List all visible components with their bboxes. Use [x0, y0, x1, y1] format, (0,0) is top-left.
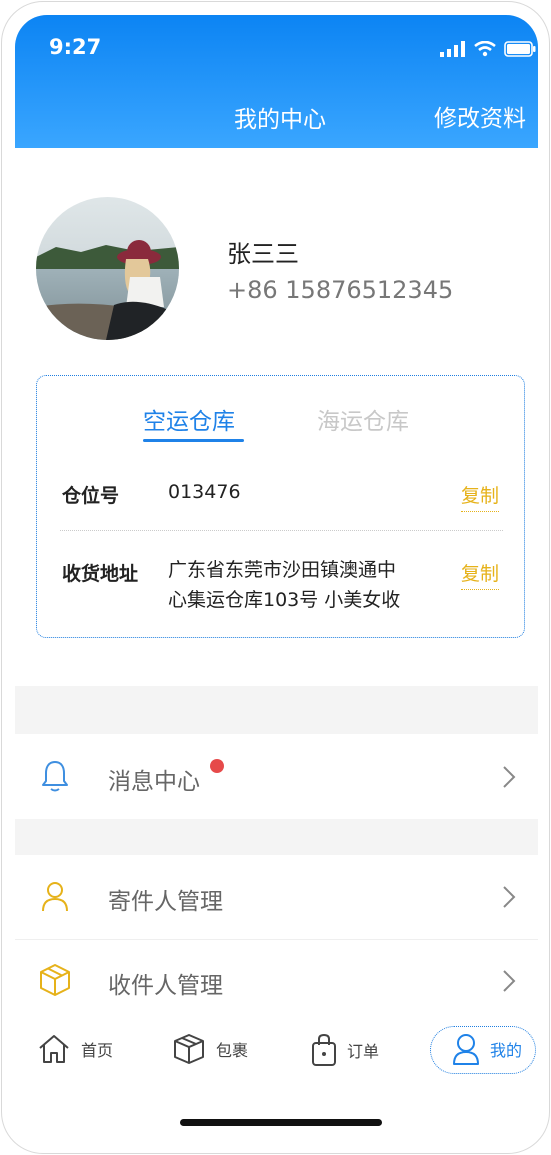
chevron-right-icon: [503, 766, 516, 788]
row-divider: [60, 530, 503, 531]
user-outline-icon: [42, 882, 68, 912]
messages-label: 消息中心: [108, 769, 200, 795]
copy-address-button[interactable]: 复制: [461, 559, 500, 590]
tab-mine-label: 我的: [490, 1041, 523, 1060]
tab-package-label: 包裹: [216, 1041, 249, 1060]
home-indicator: [180, 1119, 382, 1126]
address-line-2: 心集运仓库103号 小美女收: [168, 589, 401, 611]
slot-number-value: 013476: [168, 481, 241, 503]
chevron-right-icon: [503, 886, 516, 908]
chevron-right-icon: [503, 970, 516, 992]
menu-item-messages[interactable]: 消息中心: [15, 737, 538, 817]
status-icons: [440, 41, 536, 57]
address-line-1: 广东省东莞市沙田镇澳通中: [168, 559, 397, 581]
home-icon: [39, 1035, 69, 1063]
menu-divider: [15, 939, 538, 940]
tab-orders[interactable]: 订单: [311, 1033, 379, 1067]
edit-profile-button[interactable]: 修改资料: [434, 99, 526, 133]
tab-home-label: 首页: [81, 1041, 114, 1060]
bell-icon: [42, 761, 68, 792]
copy-slot-button[interactable]: 复制: [461, 481, 500, 512]
section-separator-2: [15, 819, 538, 855]
menu-item-receiver[interactable]: 收件人管理: [15, 941, 538, 1021]
order-bag-icon: [312, 1033, 336, 1066]
tab-air-warehouse[interactable]: 空运仓库: [143, 402, 235, 436]
box-icon: [40, 964, 70, 996]
section-separator: [15, 686, 538, 734]
address-label: 收货地址: [62, 563, 139, 585]
signal-icon: [440, 41, 465, 57]
status-time: 9:27: [49, 35, 102, 59]
receiver-label: 收件人管理: [108, 973, 223, 999]
user-name: 张三三: [227, 240, 299, 268]
wifi-icon: [474, 41, 496, 57]
sender-label: 寄件人管理: [108, 889, 223, 915]
tab-sea-warehouse[interactable]: 海运仓库: [317, 402, 409, 436]
header-bar: 9:27 我的中心 修改资料: [15, 15, 538, 148]
tab-mine-content[interactable]: 我的: [452, 1033, 522, 1065]
package-icon: [174, 1034, 204, 1064]
active-tab-underline: [143, 439, 244, 442]
menu-item-sender[interactable]: 寄件人管理: [15, 857, 538, 937]
user-phone: +86 15876512345: [227, 276, 454, 304]
avatar[interactable]: [36, 197, 179, 340]
unread-dot: [210, 759, 224, 773]
tab-package[interactable]: 包裹: [172, 1033, 248, 1065]
slot-number-label: 仓位号: [62, 485, 120, 507]
user-icon: [453, 1034, 479, 1065]
tab-home[interactable]: 首页: [37, 1033, 113, 1065]
tab-orders-label: 订单: [347, 1042, 380, 1061]
battery-icon: [504, 41, 536, 57]
